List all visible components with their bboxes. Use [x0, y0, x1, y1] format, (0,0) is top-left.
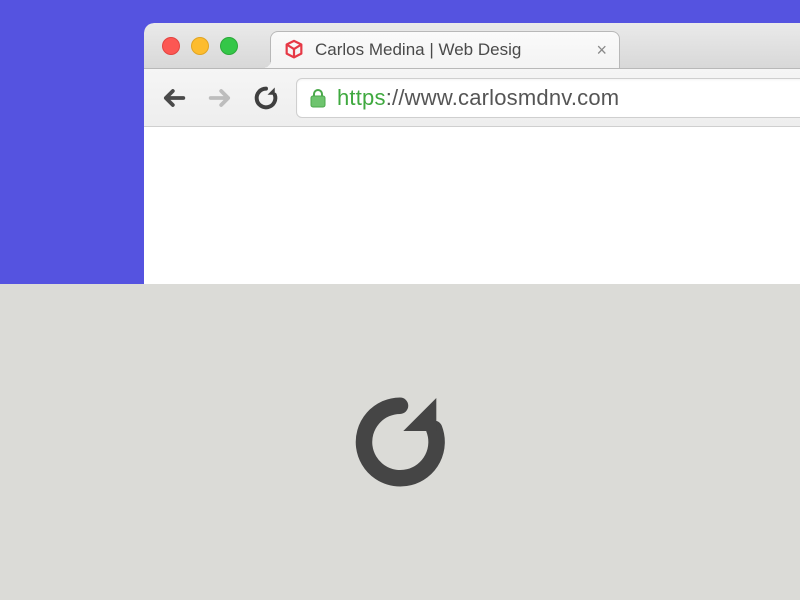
url-scheme: https — [337, 85, 386, 110]
arrow-right-icon — [206, 84, 234, 112]
address-bar[interactable]: https://www.carlosmdnv.com — [296, 78, 800, 118]
reload-icon — [252, 84, 280, 112]
maximize-window-button[interactable] — [220, 37, 238, 55]
url-rest: //www.carlosmdnv.com — [392, 85, 619, 110]
titlebar: Carlos Medina | Web Desig × — [144, 23, 800, 69]
lock-icon — [309, 88, 327, 108]
url-text: https://www.carlosmdnv.com — [337, 85, 619, 111]
tab-title: Carlos Medina | Web Desig — [315, 40, 586, 60]
large-reload-icon — [345, 387, 455, 497]
reload-button[interactable] — [250, 82, 282, 114]
browser-window: Carlos Medina | Web Desig × — [144, 23, 800, 284]
arrow-left-icon — [160, 84, 188, 112]
favicon-icon — [283, 39, 305, 61]
close-window-button[interactable] — [162, 37, 180, 55]
forward-button[interactable] — [204, 82, 236, 114]
page-viewport — [144, 127, 800, 284]
back-button[interactable] — [158, 82, 190, 114]
window-controls — [162, 37, 238, 55]
minimize-window-button[interactable] — [191, 37, 209, 55]
gray-panel — [0, 284, 800, 600]
tab-close-button[interactable]: × — [596, 41, 607, 59]
toolbar: https://www.carlosmdnv.com — [144, 69, 800, 127]
browser-tab[interactable]: Carlos Medina | Web Desig × — [270, 31, 620, 68]
